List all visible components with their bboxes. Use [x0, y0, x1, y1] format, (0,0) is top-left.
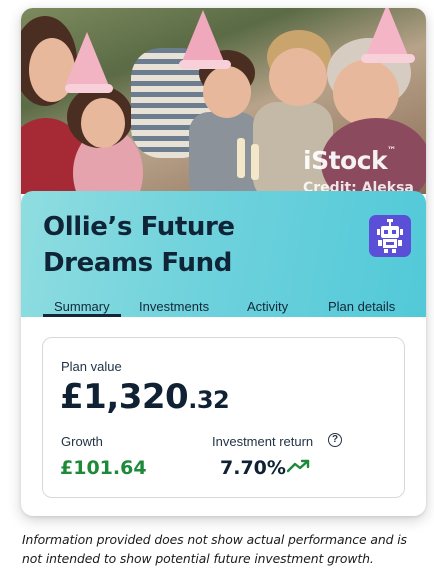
fund-title: Ollie’s Future Dreams Fund	[43, 212, 235, 278]
party-hat	[65, 32, 109, 86]
candle	[237, 138, 245, 178]
fund-header: Ollie’s Future Dreams Fund Summary Inves	[21, 191, 426, 317]
active-tab-indicator	[43, 314, 121, 317]
tab-plan-details[interactable]: Plan details	[328, 299, 395, 314]
help-icon[interactable]: ?	[328, 433, 342, 447]
party-hat	[361, 54, 415, 63]
photo-figure	[203, 66, 251, 118]
tab-investments[interactable]: Investments	[139, 299, 209, 314]
plan-value: £1,320.32	[60, 377, 230, 417]
party-hat	[181, 10, 225, 64]
party-hat	[365, 8, 409, 58]
photo-figure	[269, 48, 327, 106]
fund-avatar[interactable]	[369, 215, 411, 257]
party-hat	[179, 60, 231, 69]
photo-figure	[333, 60, 399, 126]
robot-icon	[377, 219, 403, 253]
tab-bar: Summary Investments Activity Plan detail…	[21, 292, 426, 317]
plan-value-pounds: £1,320	[60, 377, 189, 417]
photo-figure	[189, 112, 259, 194]
investment-return-value: 7.70%	[220, 457, 286, 479]
fund-card: iStock™ Credit: Aleksa Ollie’s Future Dr…	[21, 8, 426, 516]
watermark-text: iStock	[303, 146, 388, 175]
party-photo: iStock™ Credit: Aleksa	[21, 8, 426, 194]
growth-label: Growth	[61, 434, 103, 449]
photo-figure	[81, 98, 125, 148]
growth-value: £101.64	[60, 457, 147, 479]
tab-summary[interactable]: Summary	[54, 299, 110, 314]
plan-value-pence: .32	[188, 386, 230, 414]
trending-up-icon	[287, 459, 310, 473]
tab-activity[interactable]: Activity	[247, 299, 288, 314]
investment-return-label: Investment return	[212, 434, 314, 449]
disclaimer-text: Information provided does not show actua…	[22, 532, 407, 566]
plan-value-label: Plan value	[61, 359, 122, 374]
istock-watermark: iStock™	[303, 146, 396, 175]
plan-summary-panel: Plan value £1,320.32 Growth £101.64 Inve…	[42, 337, 405, 498]
candle	[251, 144, 259, 180]
party-hat	[65, 84, 113, 93]
